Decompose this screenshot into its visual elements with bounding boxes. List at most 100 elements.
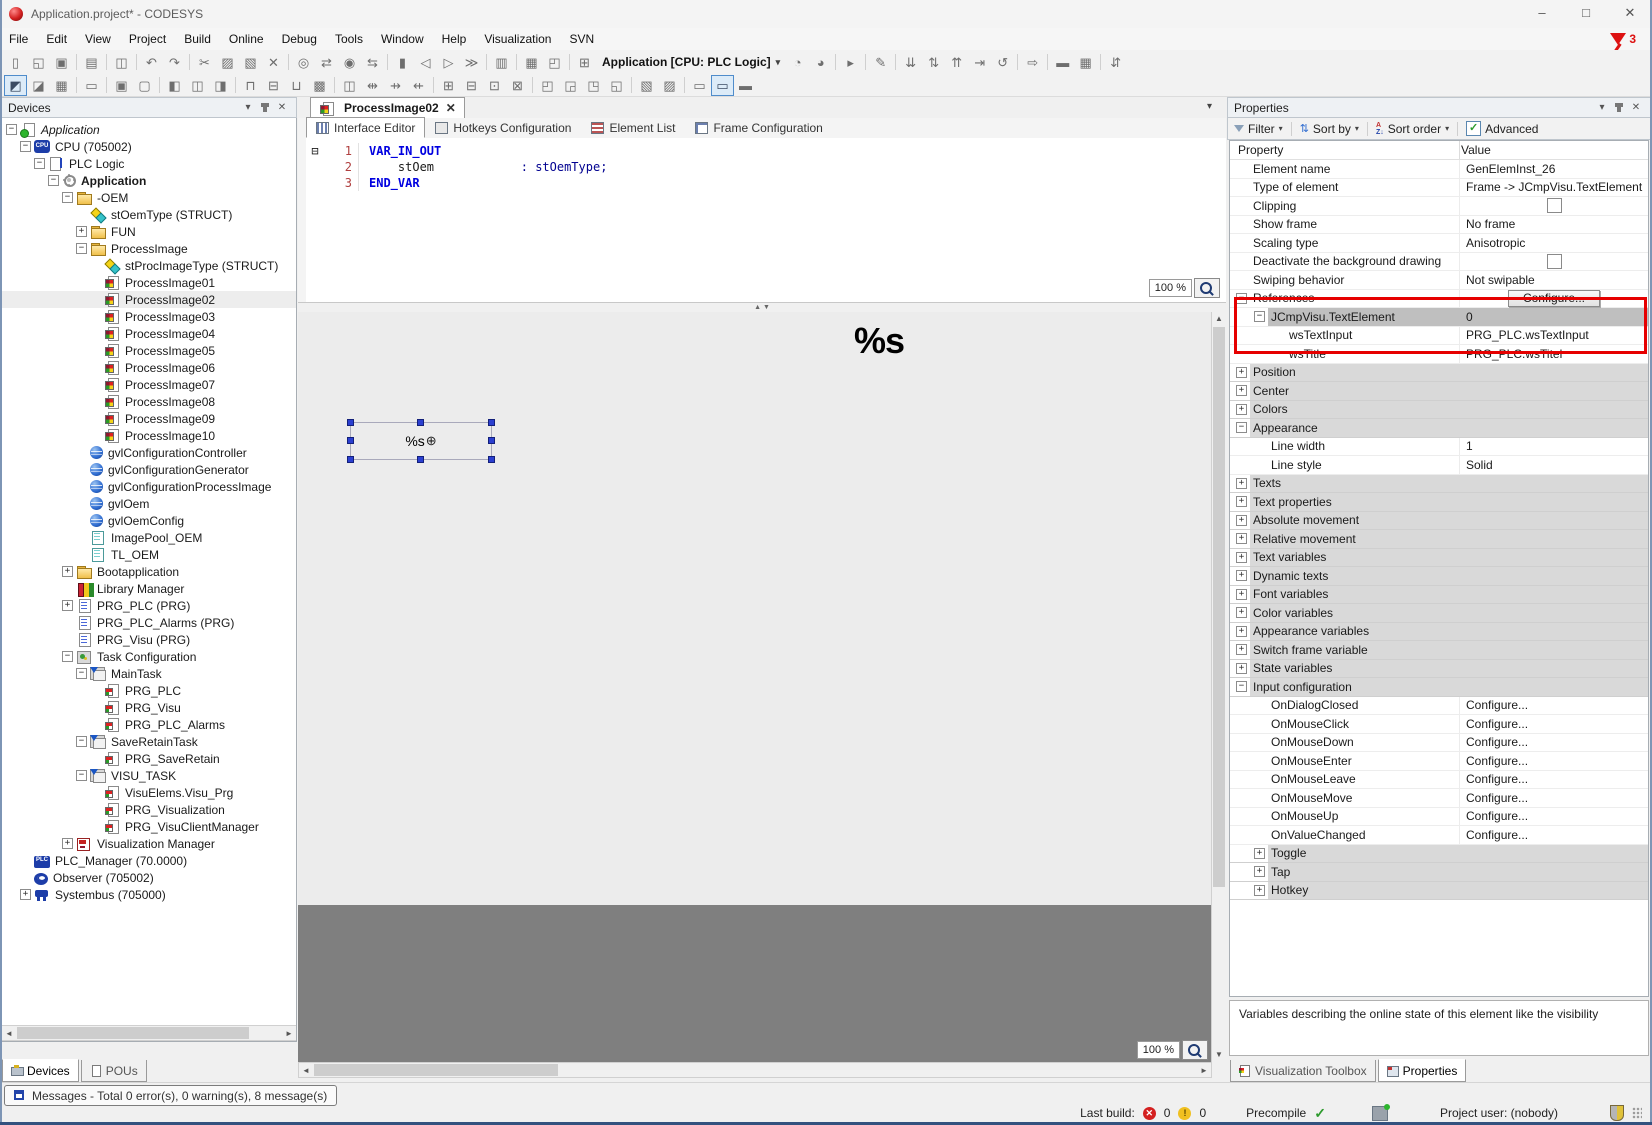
collapse-icon[interactable]: − — [62, 192, 73, 203]
tree-item-processimage08[interactable]: ProcessImage08 — [2, 393, 296, 410]
deselect-icon[interactable]: ▨ — [658, 75, 681, 96]
tree-item-plc-logic[interactable]: −PLC Logic — [2, 155, 296, 172]
tree-item-observer-705002[interactable]: Observer (705002) — [2, 869, 296, 886]
minimize-button[interactable]: – — [1520, 0, 1564, 28]
tree-item-prg-plc[interactable]: PRG_PLC — [2, 682, 296, 699]
print-icon[interactable]: ▤ — [80, 52, 103, 73]
property-row-onmouseup[interactable]: OnMouseUpConfigure... — [1230, 808, 1648, 827]
group-icon[interactable]: ▣ — [110, 75, 133, 96]
expand-icon[interactable]: + — [1236, 570, 1247, 581]
scroll-right-icon[interactable]: ► — [1197, 1063, 1211, 1077]
property-row-colors[interactable]: +Colors — [1230, 401, 1648, 420]
panel-menu-chevron-icon[interactable]: ▾ — [240, 102, 256, 113]
tab-properties[interactable]: Properties — [1378, 1059, 1467, 1082]
tab-pous[interactable]: POUs — [81, 1060, 147, 1082]
expand-icon[interactable]: + — [1236, 478, 1247, 489]
subtab-hotkeys-configuration[interactable]: Hotkeys Configuration — [425, 117, 581, 138]
paste-icon[interactable]: ▧ — [239, 52, 262, 73]
property-row-swiping-behavior[interactable]: Swiping behaviorNot swipable — [1230, 271, 1648, 290]
menu-window[interactable]: Window — [372, 28, 433, 50]
menu-visualization[interactable]: Visualization — [475, 28, 560, 50]
tree-item-stoemtype-struct[interactable]: stOemType (STRUCT) — [2, 206, 296, 223]
resize-handle[interactable] — [347, 419, 354, 426]
resize-handle[interactable] — [347, 437, 354, 444]
expand-icon[interactable]: + — [1236, 367, 1247, 378]
code-line[interactable]: 3END_VAR — [308, 175, 1226, 191]
new-object-icon[interactable]: ◰ — [543, 52, 566, 73]
redo-icon[interactable]: ↷ — [163, 52, 186, 73]
open-project-icon[interactable]: ◱ — [27, 52, 50, 73]
menu-svn[interactable]: SVN — [560, 28, 603, 50]
fold-collapse-icon[interactable]: ⊟ — [308, 143, 322, 159]
previous-bookmark-icon[interactable]: ◁ — [414, 52, 437, 73]
property-row-jcmpvisu-textelement[interactable]: −JCmpVisu.TextElement0 — [1230, 308, 1648, 327]
tree-item-prg-visu[interactable]: PRG_Visu — [2, 699, 296, 716]
property-row-element-name[interactable]: Element nameGenElemInst_26 — [1230, 160, 1648, 179]
collapse-icon[interactable]: − — [6, 124, 17, 135]
tree-item-bootapplication[interactable]: +Bootapplication — [2, 563, 296, 580]
scroll-left-icon[interactable]: ◄ — [299, 1063, 313, 1077]
scroll-right-icon[interactable]: ► — [282, 1026, 296, 1040]
expand-icon[interactable]: + — [1236, 663, 1247, 674]
editor-zoom-level[interactable]: 100 % — [1149, 279, 1192, 297]
advanced-checkbox[interactable]: ✓ — [1466, 121, 1481, 136]
expand-icon[interactable]: + — [1236, 385, 1247, 396]
expand-icon[interactable]: + — [1236, 404, 1247, 415]
property-row-scaling-type[interactable]: Scaling typeAnisotropic — [1230, 234, 1648, 253]
collapse-icon[interactable]: − — [1236, 681, 1247, 692]
resize-grip[interactable] — [1632, 1107, 1642, 1119]
tab-devices[interactable]: Devices — [2, 1059, 79, 1082]
expand-icon[interactable]: + — [62, 566, 73, 577]
selected-text-element[interactable]: %s ⊕ — [350, 422, 492, 460]
tree-item-processimage10[interactable]: ProcessImage10 — [2, 427, 296, 444]
collapse-icon[interactable]: − — [1254, 311, 1265, 322]
property-row-onmousemove[interactable]: OnMouseMoveConfigure... — [1230, 789, 1648, 808]
copy-project-icon[interactable]: ◫ — [110, 52, 133, 73]
property-row-switch-frame-variable[interactable]: +Switch frame variable — [1230, 641, 1648, 660]
distribute-3-icon[interactable]: ⊡ — [483, 75, 506, 96]
refresh-icon[interactable]: ⇵ — [1104, 52, 1127, 73]
align-right-icon[interactable]: ◨ — [209, 75, 232, 96]
tree-item-systembus-705000[interactable]: +Systembus (705000) — [2, 886, 296, 903]
expand-icon[interactable]: + — [1236, 644, 1247, 655]
scroll-up-icon[interactable]: ▲ — [1212, 312, 1226, 326]
paste-special-icon[interactable]: ▥ — [490, 52, 513, 73]
expand-icon[interactable]: + — [1236, 589, 1247, 600]
menu-view[interactable]: View — [76, 28, 120, 50]
expand-icon[interactable]: + — [76, 226, 87, 237]
visualization-screen-icon[interactable]: ⊞ — [573, 52, 596, 73]
pin-icon[interactable] — [1617, 103, 1621, 112]
new-project-icon[interactable]: ▯ — [4, 52, 27, 73]
sort-by-dropdown[interactable]: Sort by — [1313, 122, 1351, 136]
distribute-4-icon[interactable]: ⊠ — [506, 75, 529, 96]
menu-online[interactable]: Online — [220, 28, 273, 50]
tree-item-saveretaintask[interactable]: −SaveRetainTask — [2, 733, 296, 750]
monitor-icon[interactable]: ▬ — [1051, 52, 1074, 73]
scroll-left-icon[interactable]: ◄ — [2, 1026, 16, 1040]
panel-close-icon[interactable]: ✕ — [1628, 102, 1644, 113]
align-bottom-icon[interactable]: ⊔ — [285, 75, 308, 96]
expand-icon[interactable]: + — [20, 889, 31, 900]
notification-funnel-icon[interactable] — [1610, 33, 1626, 45]
tree-item-prg-plc-alarms[interactable]: PRG_PLC_Alarms — [2, 716, 296, 733]
bring-forward-icon[interactable]: ◳ — [582, 75, 605, 96]
expand-icon[interactable]: + — [1236, 607, 1247, 618]
find-in-project-icon[interactable]: ◉ — [338, 52, 361, 73]
tree-item-prg-plc-prg[interactable]: +PRG_PLC (PRG) — [2, 597, 296, 614]
maximize-button[interactable]: □ — [1564, 0, 1608, 28]
align-middle-icon[interactable]: ⊟ — [262, 75, 285, 96]
logout-icon[interactable]: ◕ — [809, 52, 832, 73]
panel-menu-chevron-icon[interactable]: ▾ — [1594, 102, 1610, 113]
collapse-icon[interactable]: − — [62, 651, 73, 662]
align-center-icon[interactable]: ◫ — [186, 75, 209, 96]
canvas-horizontal-scrollbar[interactable]: ◄ ► — [298, 1062, 1212, 1078]
replace-in-project-icon[interactable]: ⇆ — [361, 52, 384, 73]
ungroup-icon[interactable]: ▢ — [133, 75, 156, 96]
property-row-line-width[interactable]: Line width1 — [1230, 438, 1648, 457]
tree-item-gvlconfigurationprocessimage[interactable]: gvlConfigurationProcessImage — [2, 478, 296, 495]
property-row-tap[interactable]: +Tap — [1230, 863, 1648, 882]
run-to-cursor-icon[interactable]: ⇥ — [968, 52, 991, 73]
collapse-icon[interactable]: − — [76, 770, 87, 781]
divider-horizontal-icon[interactable]: ▭ — [688, 75, 711, 96]
make-same-size-icon[interactable]: ▩ — [308, 75, 331, 96]
